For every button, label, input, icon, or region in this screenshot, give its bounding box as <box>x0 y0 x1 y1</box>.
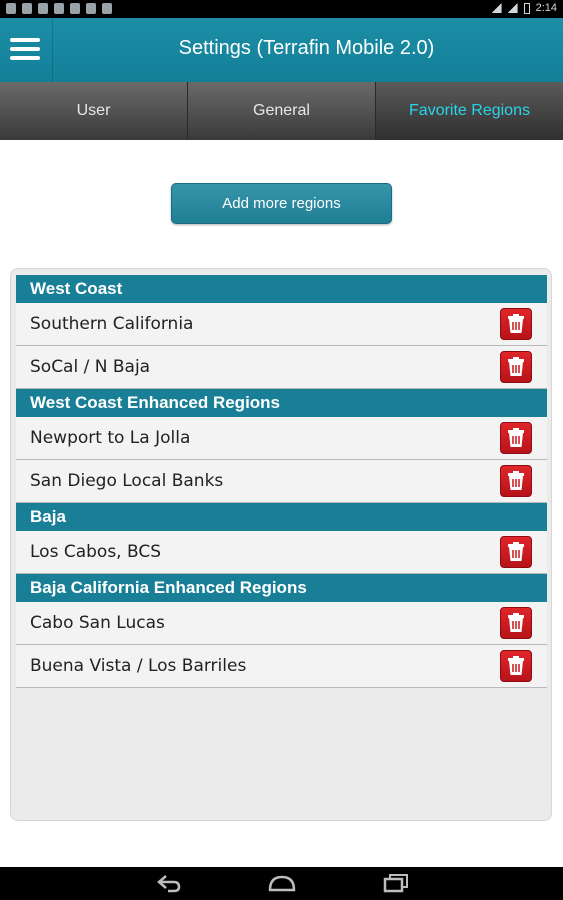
region-name: Newport to La Jolla <box>30 428 191 448</box>
cloud-icon <box>54 3 64 14</box>
list-item: Southern California <box>16 303 547 346</box>
system-nav-bar <box>0 867 563 900</box>
list-item: SoCal / N Baja <box>16 346 547 389</box>
region-name: Cabo San Lucas <box>30 613 165 633</box>
trash-icon <box>506 470 526 492</box>
home-icon[interactable] <box>268 873 296 897</box>
list-item: San Diego Local Banks <box>16 460 547 503</box>
add-more-regions-button[interactable]: Add more regions <box>171 183 392 224</box>
region-name: Los Cabos, BCS <box>30 542 162 562</box>
trash-icon <box>506 541 526 563</box>
wifi-signal-icon <box>507 3 518 13</box>
battery-icon <box>523 2 530 14</box>
trash-icon <box>506 356 526 378</box>
trash-icon <box>506 655 526 677</box>
section-header: West Coast Enhanced Regions <box>16 389 547 417</box>
recent-apps-icon[interactable] <box>382 873 410 897</box>
delete-region-button[interactable] <box>500 607 532 639</box>
delete-region-button[interactable] <box>500 536 532 568</box>
settings-tabs: User General Favorite Regions <box>0 82 563 140</box>
region-list: West Coast Southern California SoCal / N B… <box>16 275 547 688</box>
favorite-regions-panel: West Coast Southern California SoCal / N B… <box>10 268 552 821</box>
download-icon <box>38 3 48 14</box>
section-header: Baja <box>16 503 547 531</box>
tab-general[interactable]: General <box>188 82 376 140</box>
play-store-icon <box>86 3 96 14</box>
region-name: San Diego Local Banks <box>30 471 224 491</box>
tab-user[interactable]: User <box>0 82 188 140</box>
upload-icon <box>70 3 80 14</box>
notification-icons <box>6 3 112 14</box>
region-name: Buena Vista / Los Barriles <box>30 656 247 676</box>
delete-region-button[interactable] <box>500 650 532 682</box>
bag-icon <box>102 3 112 14</box>
app-bar: Settings (Terrafin Mobile 2.0) <box>0 18 563 82</box>
delete-region-button[interactable] <box>500 351 532 383</box>
list-item: Cabo San Lucas <box>16 602 547 645</box>
list-item: Buena Vista / Los Barriles <box>16 645 547 688</box>
status-bar: 2:14 <box>0 0 563 18</box>
delete-region-button[interactable] <box>500 422 532 454</box>
section-header: West Coast <box>16 275 547 303</box>
system-status: 2:14 <box>491 2 557 14</box>
status-time: 2:14 <box>535 2 557 14</box>
trash-icon <box>506 612 526 634</box>
trash-icon <box>506 313 526 335</box>
trash-icon <box>506 427 526 449</box>
list-item: Newport to La Jolla <box>16 417 547 460</box>
section-header: Baja California Enhanced Regions <box>16 574 547 602</box>
delete-region-button[interactable] <box>500 465 532 497</box>
bluetooth-icon <box>491 3 502 13</box>
region-name: SoCal / N Baja <box>30 357 151 377</box>
list-item: Los Cabos, BCS <box>16 531 547 574</box>
app-bar-divider <box>52 18 53 82</box>
tab-favorite-regions[interactable]: Favorite Regions <box>376 82 563 140</box>
delete-region-button[interactable] <box>500 308 532 340</box>
page-title: Settings (Terrafin Mobile 2.0) <box>178 37 435 59</box>
notification-icon <box>22 3 32 14</box>
hamburger-menu-icon[interactable] <box>10 38 42 62</box>
region-name: Southern California <box>30 314 194 334</box>
notification-icon <box>6 3 16 14</box>
back-icon[interactable] <box>156 873 182 897</box>
